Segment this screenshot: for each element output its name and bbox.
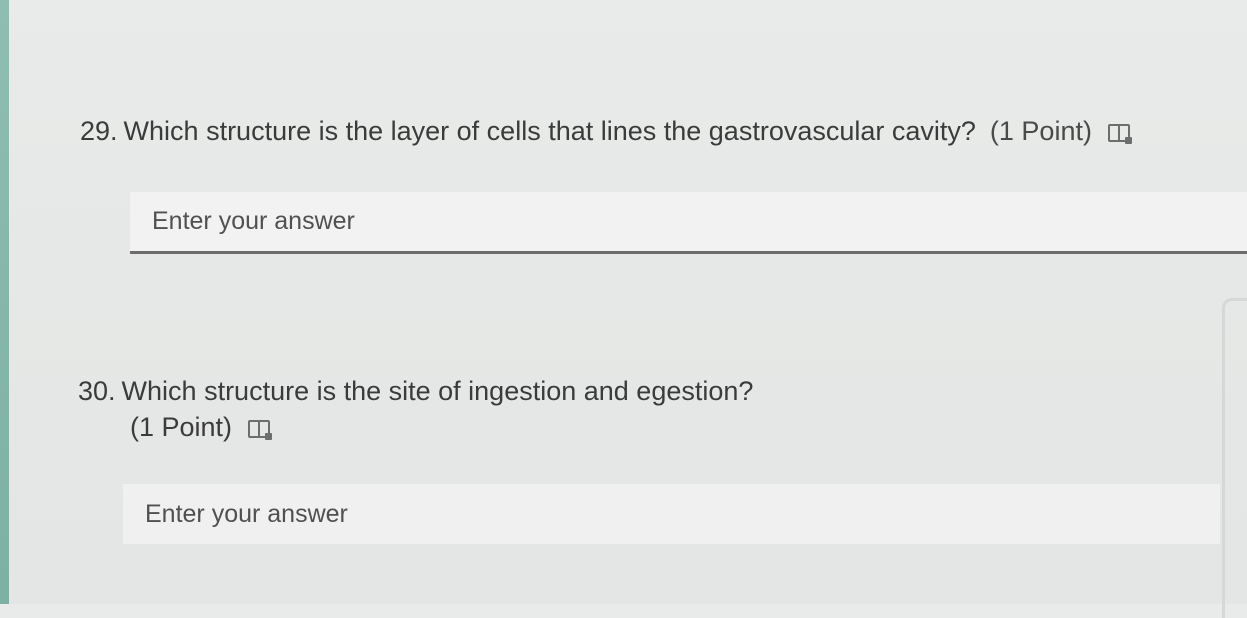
- question-text: Which structure is the layer of cells th…: [123, 116, 976, 146]
- immersive-reader-icon[interactable]: [248, 419, 273, 440]
- answer-30-field[interactable]: [123, 484, 1220, 544]
- left-accent-strip: [0, 0, 9, 604]
- question-number: 30.: [78, 376, 116, 406]
- question-number: 29.: [80, 116, 118, 146]
- question-text: Which structure is the site of ingestion…: [121, 376, 754, 406]
- next-card-edge: [1222, 298, 1247, 618]
- question-30: 30. Which structure is the site of ingest…: [78, 374, 753, 444]
- question-30-text-line: 30. Which structure is the site of ingest…: [78, 374, 753, 408]
- points-label: (1 Point): [130, 412, 233, 442]
- question-30-points-line: (1 Point): [130, 410, 753, 444]
- question-29-text-line: 29. Which structure is the layer of cells…: [80, 114, 1132, 148]
- points-label: (1 Point): [989, 116, 1092, 146]
- answer-30-input[interactable]: [123, 484, 1220, 544]
- answer-29-field[interactable]: [130, 192, 1247, 254]
- answer-29-input[interactable]: [130, 192, 1247, 251]
- question-29: 29. Which structure is the layer of cells…: [80, 114, 1132, 148]
- immersive-reader-icon[interactable]: [1107, 123, 1132, 144]
